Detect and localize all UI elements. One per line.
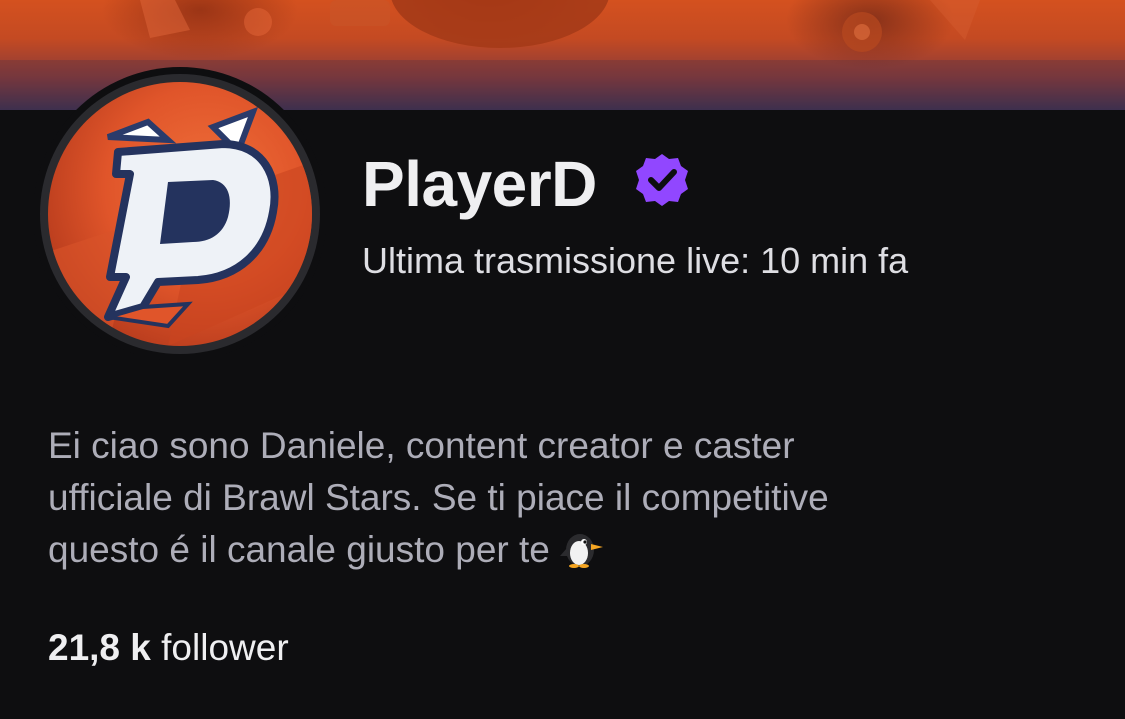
- last-live-status: Ultima trasmissione live: 10 min fa: [362, 240, 909, 281]
- follower-count: 21,8 k follower: [48, 624, 289, 672]
- verified-badge-icon: [636, 154, 688, 206]
- bio-line: Ei ciao sono Daniele, content creator e …: [48, 425, 795, 466]
- penguin-emoji-icon: [559, 534, 603, 568]
- follower-number: 21,8 k: [48, 627, 151, 668]
- channel-about-panel: PlayerD Ultima trasmissione live: 10 min…: [0, 0, 1125, 719]
- channel-bio: Ei ciao sono Daniele, content creator e …: [48, 420, 1088, 576]
- follower-label: follower: [161, 627, 289, 668]
- bio-line: questo é il canale giusto per te: [48, 524, 1088, 576]
- bio-line: ufficiale di Brawl Stars. Se ti piace il…: [48, 477, 829, 518]
- avatar[interactable]: [48, 82, 312, 346]
- avatar-logo: [48, 106, 312, 346]
- channel-name[interactable]: PlayerD: [362, 146, 597, 222]
